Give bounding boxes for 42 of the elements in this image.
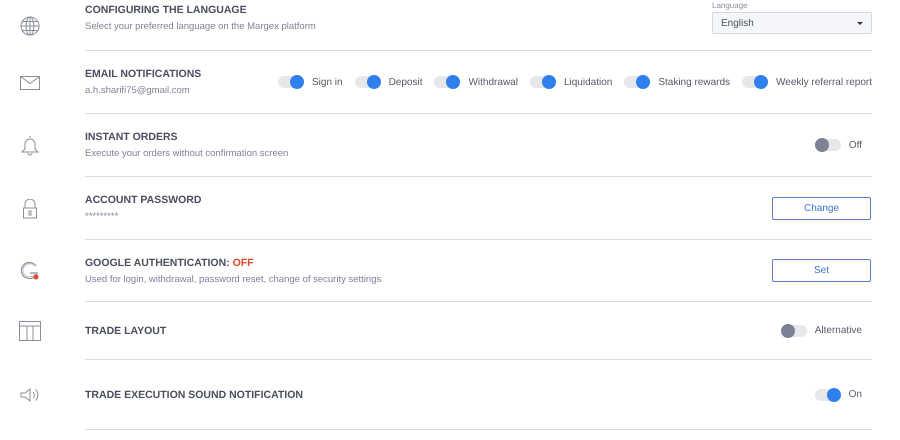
- setting-description: Select your preferred language on the Margex platform: [85, 21, 316, 32]
- setting-title: TRADE LAYOUT: [85, 324, 166, 336]
- toggle-label: Deposit: [388, 76, 422, 88]
- layout-icon: [19, 321, 41, 341]
- setting-title: ACCOUNT PASSWORD: [85, 194, 202, 206]
- toggle-switch[interactable]: [434, 76, 460, 88]
- toggle-label: Off: [848, 140, 862, 150]
- setting-title: INSTANT ORDERS: [85, 131, 179, 143]
- action-button[interactable]: Set: [772, 259, 871, 282]
- toggle-switch[interactable]: [814, 139, 841, 151]
- toggle-switch[interactable]: [780, 324, 807, 336]
- google-g-icon: [20, 261, 40, 281]
- speaker-icon: [20, 387, 40, 403]
- language-dropdown[interactable]: English: [712, 12, 872, 34]
- toggle-switch[interactable]: [624, 76, 650, 88]
- toggle-switch[interactable]: [278, 76, 304, 88]
- setting-description: *********: [85, 211, 120, 222]
- caret-icon: [857, 22, 863, 24]
- toggle-switch[interactable]: [530, 76, 556, 88]
- field-label: Language: [712, 1, 749, 11]
- toggle-label: Liquidation: [564, 76, 612, 88]
- toggle-label: On: [848, 389, 862, 400]
- toggle-label: Sign in: [312, 76, 343, 88]
- setting-description: a.h.sharifi75@gmail.com: [85, 85, 191, 96]
- toggle-label: Staking rewards: [658, 76, 730, 88]
- setting-description: Used for login, withdrawal, password reset, change of security settings: [85, 274, 382, 284]
- toggle-switch[interactable]: [354, 76, 381, 88]
- toggle-label: Withdrawal: [468, 76, 518, 88]
- setting-description: Execute your orders without confirmation screen: [85, 148, 288, 159]
- action-button[interactable]: Change: [772, 196, 871, 220]
- globe-icon: [20, 16, 40, 36]
- setting-title: TRADE EXECUTION SOUND NOTIFICATION: [85, 388, 303, 400]
- setting-title: EMAIL NOTIFICATIONS: [85, 68, 202, 80]
- toggle-label: Alternative: [814, 325, 862, 336]
- envelope-icon: [20, 76, 40, 90]
- bell-icon: [21, 134, 39, 156]
- padlock-icon: [22, 198, 38, 218]
- setting-title: GOOGLE AUTHENTICATION: OFF: [85, 256, 255, 268]
- toggle-switch[interactable]: [742, 76, 768, 88]
- toggle-label: Weekly referral report: [776, 76, 872, 88]
- setting-title: CONFIGURING THE LANGUAGE: [85, 4, 248, 16]
- toggle-switch[interactable]: [814, 388, 841, 400]
